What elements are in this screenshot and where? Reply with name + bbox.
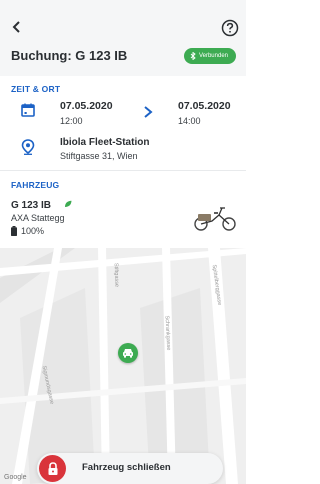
cargo-bike-image (194, 207, 236, 231)
section-heading-vehicle: FAHRZEUG (11, 180, 60, 190)
battery-level: 100% (21, 226, 45, 236)
arrow-right-icon (144, 106, 153, 118)
battery-icon (11, 226, 17, 236)
location-pin-icon (21, 139, 35, 155)
help-button[interactable] (221, 19, 239, 37)
connected-badge: Verbunden (183, 48, 236, 64)
leaf-icon (65, 200, 72, 207)
start-date: 07.05.2020 (60, 100, 113, 112)
section-heading-time-place: ZEIT & ORT (11, 84, 61, 94)
map-view[interactable]: Sigmundsgasse Stiftgasse Schrankgasse Sp… (0, 248, 246, 484)
vehicle-map-marker[interactable] (118, 343, 138, 363)
end-date: 07.05.2020 (178, 100, 231, 112)
lock-icon-circle[interactable] (39, 455, 66, 482)
car-icon (123, 349, 133, 358)
back-button[interactable] (9, 19, 25, 35)
bluetooth-icon (190, 52, 196, 60)
end-time: 14:00 (178, 116, 201, 126)
vehicle-id: G 123 IB (11, 200, 52, 211)
google-logo: Google (4, 474, 27, 481)
top-bar (0, 0, 246, 76)
divider (0, 170, 246, 171)
connected-label: Verbunden (198, 53, 228, 59)
vehicle-model: AXA Stattegg (11, 213, 65, 223)
map-streets (0, 248, 246, 484)
station-name: Ibiola Fleet-Station (60, 137, 150, 148)
station-address: Stiftgasse 31, Wien (60, 151, 138, 161)
chevron-left-icon (12, 21, 20, 33)
lock-icon (48, 461, 57, 475)
calendar-icon (21, 103, 35, 117)
start-time: 12:00 (60, 116, 83, 126)
page-title: Buchung: G 123 IB (11, 48, 128, 63)
lock-vehicle-label: Fahrzeug schließen (82, 462, 171, 473)
battery-status: 100% (11, 226, 44, 236)
street-label: Stiftgasse (112, 262, 120, 288)
help-circle-icon (221, 19, 239, 37)
